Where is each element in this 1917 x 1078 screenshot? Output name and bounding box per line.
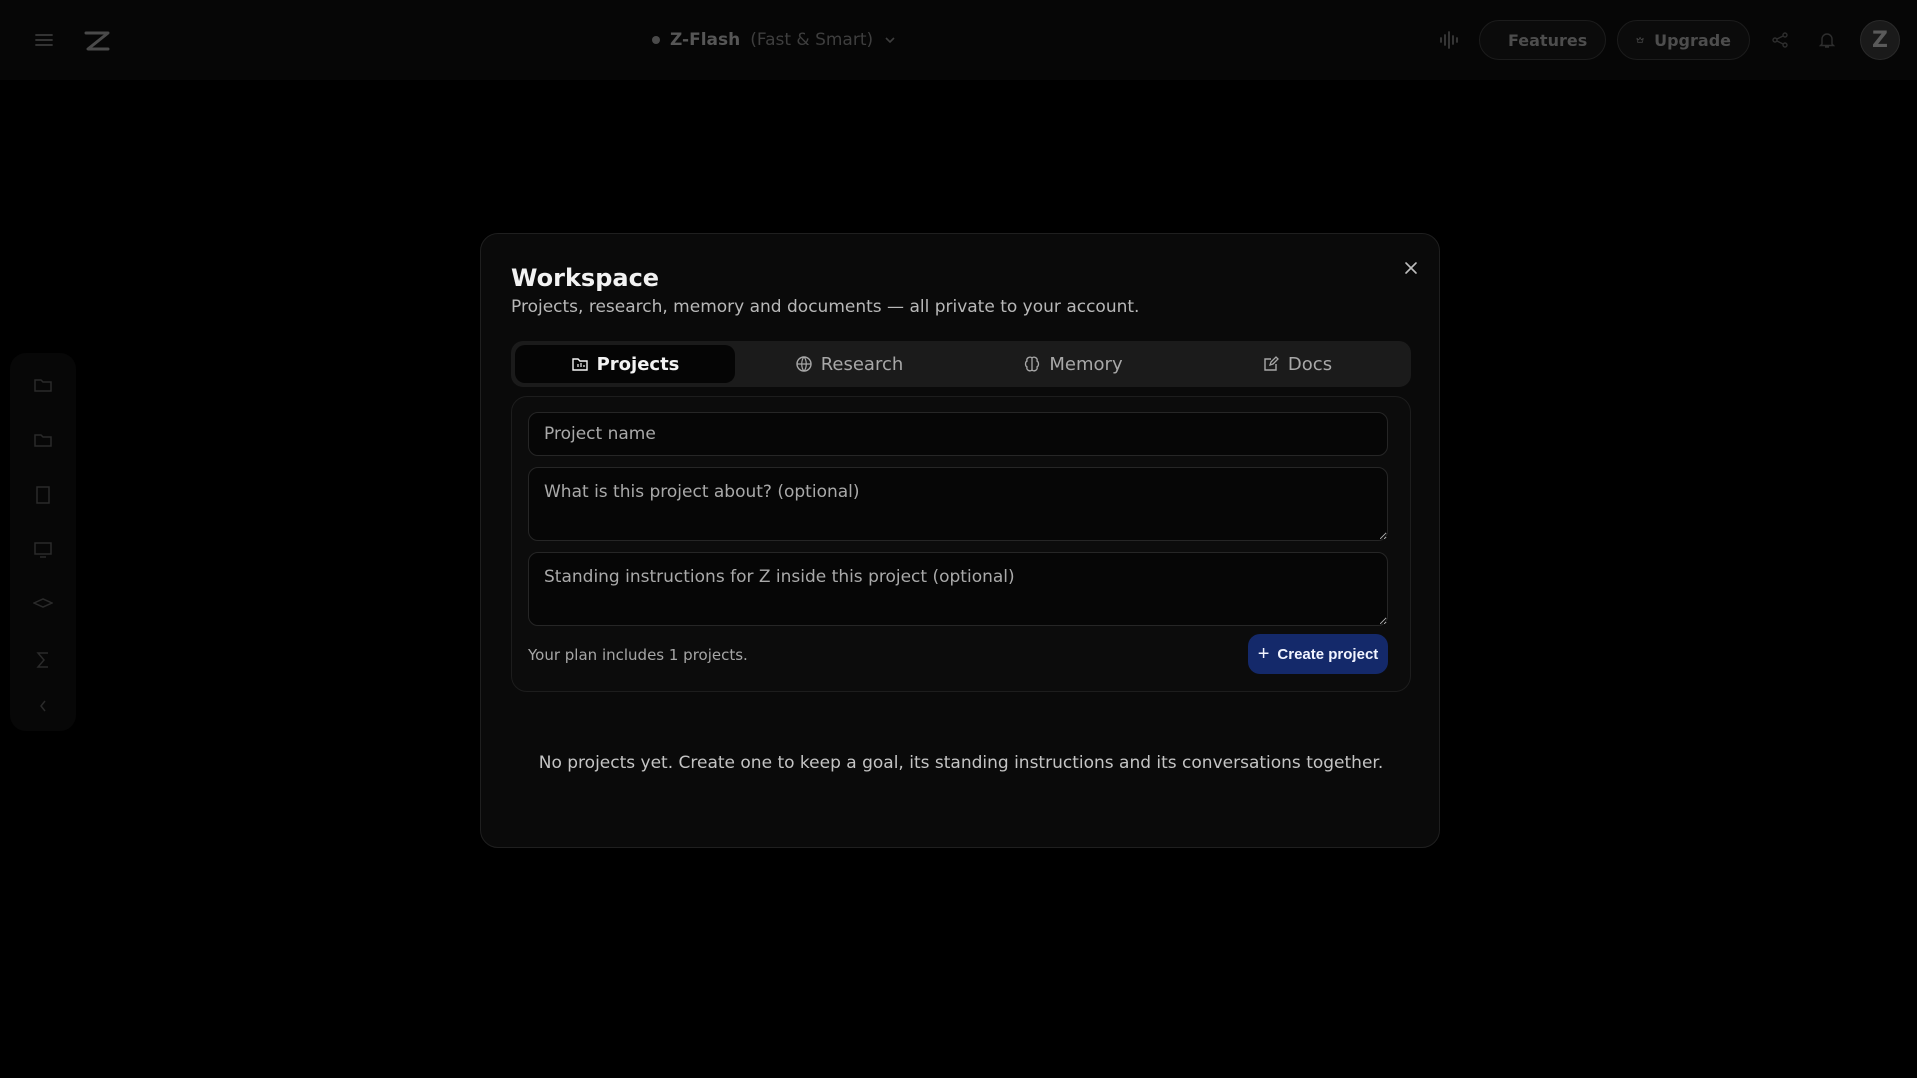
- create-project-button[interactable]: + Create project: [1248, 634, 1388, 674]
- app-root: Z-Flash (Fast & Smart) Features Upgrade …: [0, 0, 1917, 1078]
- project-name-input[interactable]: [528, 412, 1388, 456]
- avatar[interactable]: Z: [1860, 20, 1900, 60]
- plus-icon: +: [1257, 643, 1270, 665]
- sigma-icon[interactable]: [32, 649, 54, 671]
- tab-memory-label: Memory: [1049, 353, 1123, 375]
- chevron-left-icon[interactable]: [32, 695, 54, 717]
- model-name: Z-Flash: [670, 30, 741, 50]
- tab-projects-label: Projects: [596, 353, 680, 375]
- chevron-down-icon: [883, 33, 897, 47]
- bookmark-book-icon[interactable]: [32, 484, 54, 506]
- tab-memory[interactable]: Memory: [963, 345, 1183, 383]
- folder-icon[interactable]: [32, 374, 54, 396]
- tab-research[interactable]: Research: [739, 345, 959, 383]
- graduation-cap-icon[interactable]: [32, 594, 54, 616]
- features-button[interactable]: Features: [1479, 20, 1606, 60]
- project-about-input[interactable]: [528, 467, 1388, 541]
- brain-icon: [1025, 356, 1040, 372]
- plan-limit-note: Your plan includes 1 projects.: [528, 646, 748, 664]
- tab-research-label: Research: [820, 353, 904, 375]
- modal-subtitle: Projects, research, memory and documents…: [511, 297, 1140, 317]
- features-label: Features: [1508, 30, 1588, 50]
- tab-projects[interactable]: Projects: [515, 345, 735, 383]
- monitor-icon[interactable]: [32, 539, 54, 561]
- create-project-label: Create project: [1277, 645, 1379, 663]
- folder-icon: [571, 358, 588, 371]
- new-project-form: Your plan includes 1 projects. + Create …: [511, 396, 1411, 692]
- workspace-modal: Workspace Projects, research, memory and…: [480, 233, 1440, 848]
- folder-lock-icon[interactable]: [32, 429, 54, 451]
- model-subtitle: (Fast & Smart): [750, 30, 874, 50]
- menu-icon[interactable]: [30, 30, 58, 50]
- upgrade-button[interactable]: Upgrade: [1617, 20, 1750, 60]
- model-selector[interactable]: Z-Flash (Fast & Smart): [652, 24, 897, 56]
- crown-icon: [1636, 36, 1644, 43]
- top-bar: Z-Flash (Fast & Smart) Features Upgrade …: [0, 0, 1917, 80]
- logo-icon[interactable]: [80, 26, 114, 56]
- empty-state-note: No projects yet. Create one to keep a go…: [538, 753, 1384, 773]
- close-icon[interactable]: [1397, 254, 1425, 282]
- workspace-tabs: Projects Research Memory Docs: [511, 341, 1411, 387]
- voice-wave-icon[interactable]: [1438, 28, 1462, 52]
- share-icon[interactable]: [1768, 28, 1792, 52]
- model-status-dot: [652, 36, 660, 44]
- project-instructions-input[interactable]: [528, 552, 1388, 626]
- modal-title: Workspace: [511, 264, 660, 292]
- globe-icon: [796, 356, 812, 372]
- avatar-letter: Z: [1872, 27, 1888, 53]
- tab-docs[interactable]: Docs: [1187, 345, 1407, 383]
- bell-icon[interactable]: [1815, 28, 1839, 52]
- left-rail: [10, 353, 76, 731]
- tab-docs-label: Docs: [1287, 353, 1333, 375]
- upgrade-label: Upgrade: [1654, 30, 1731, 50]
- edit-doc-icon: [1264, 356, 1279, 371]
